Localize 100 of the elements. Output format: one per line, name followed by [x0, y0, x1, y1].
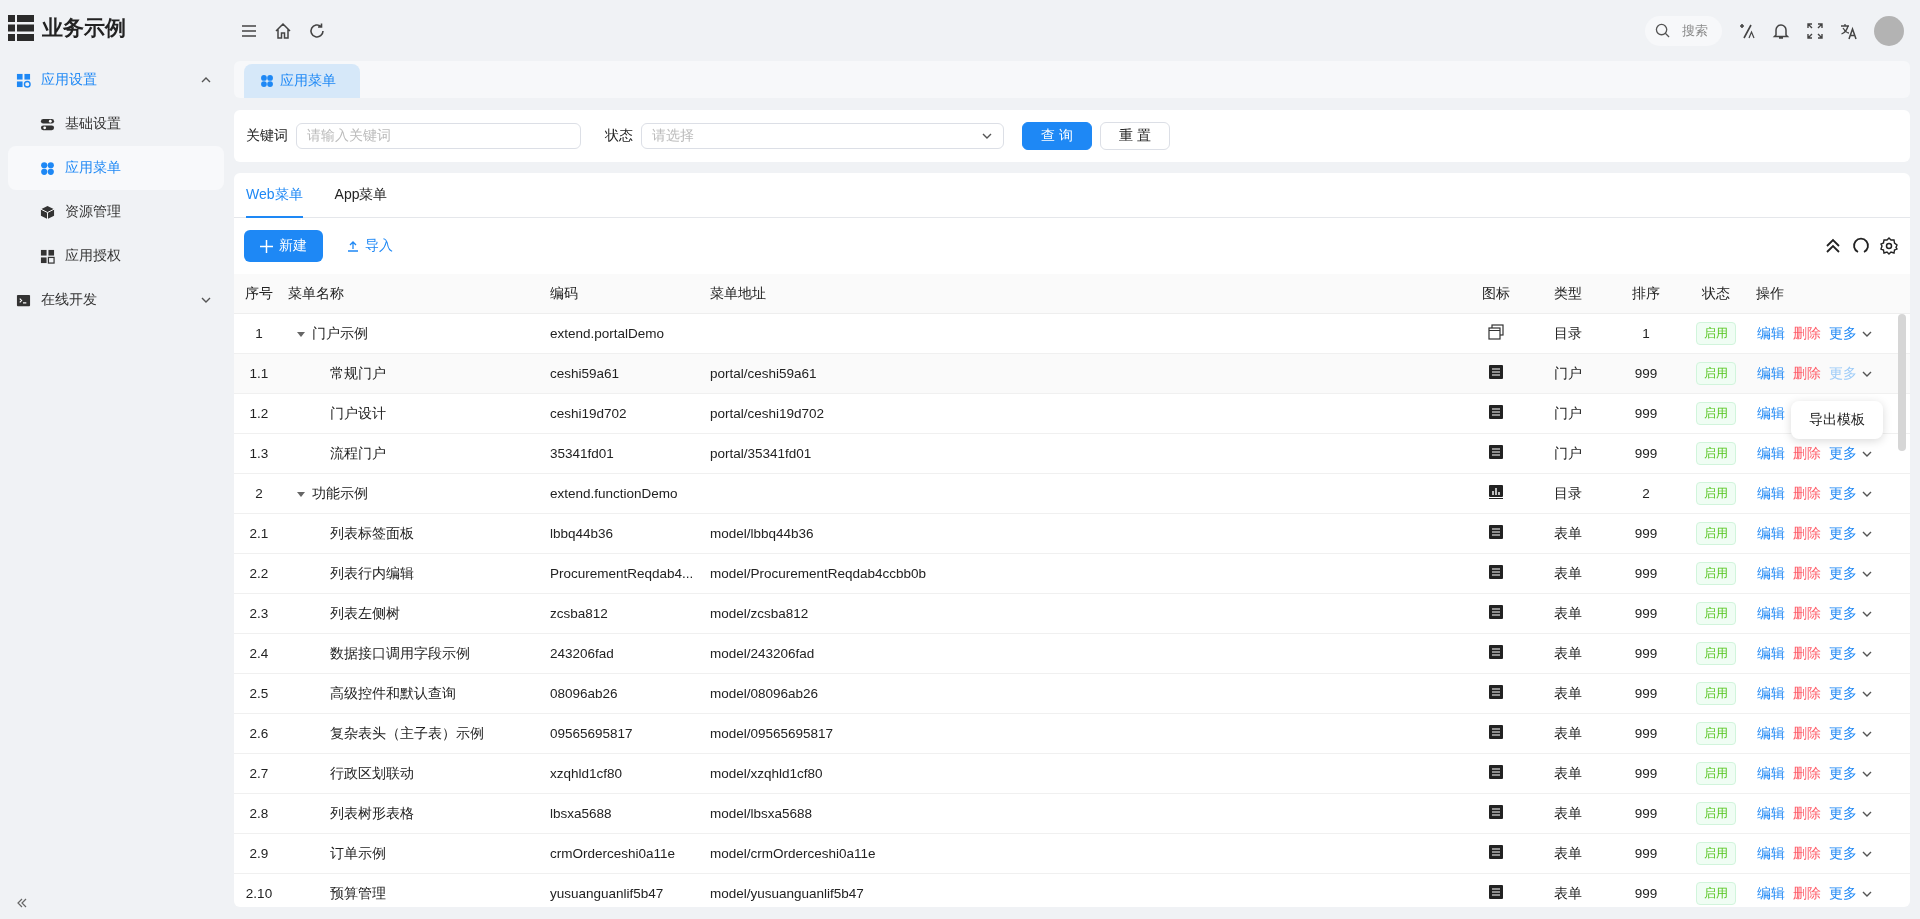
table-row[interactable]: 2.8 列表树形表格 lbsxa5688 model/lbsxa5688 表单 999 启用 编辑 删除 更多 — [234, 794, 1910, 834]
edit-link[interactable]: 编辑 — [1757, 684, 1785, 703]
table-row[interactable]: 2.10 预算管理 yusuanguanlif5b47 model/yusuanguanlif5b47 表单 999 启用 编辑 删除 更多 — [234, 874, 1910, 907]
edit-link[interactable]: 编辑 — [1757, 364, 1785, 383]
settings-icon[interactable] — [1880, 237, 1898, 255]
column-header: 菜单名称 — [287, 284, 345, 303]
edit-link[interactable]: 编辑 — [1757, 484, 1785, 503]
table-row[interactable]: 2.1 列表标签面板 lbbq44b36 model/lbbq44b36 表单 999 启用 编辑 删除 更多 — [234, 514, 1910, 554]
edit-link[interactable]: 编辑 — [1757, 564, 1785, 583]
status-tag: 启用 — [1696, 762, 1736, 785]
list-icon — [1489, 605, 1503, 619]
more-dropdown[interactable]: 更多 — [1829, 804, 1873, 823]
search-field[interactable]: 搜索 — [1645, 15, 1722, 46]
menu-code: lbsxa5688 — [549, 806, 613, 821]
column-header: 菜单地址 — [709, 284, 767, 303]
delete-link[interactable]: 删除 — [1793, 724, 1821, 743]
delete-link[interactable]: 删除 — [1793, 604, 1821, 623]
column-header: 排序 — [1632, 284, 1660, 303]
scrollbar[interactable] — [1898, 314, 1906, 451]
more-dropdown[interactable]: 更多 — [1829, 844, 1873, 863]
edit-link[interactable]: 编辑 — [1757, 724, 1785, 743]
edit-link[interactable]: 编辑 — [1757, 324, 1785, 343]
collapse-sidebar-icon[interactable] — [16, 897, 28, 909]
more-dropdown[interactable]: 更多 — [1829, 884, 1873, 903]
delete-link[interactable]: 删除 — [1793, 844, 1821, 863]
edit-link[interactable]: 编辑 — [1757, 844, 1785, 863]
menu-type: 表单 — [1554, 524, 1582, 543]
status-tag: 启用 — [1696, 722, 1736, 745]
more-dropdown[interactable]: 更多 — [1829, 684, 1873, 703]
translate-icon[interactable] — [1840, 21, 1858, 40]
table-row[interactable]: 2 功能示例 extend.functionDemo 目录 2 启用 编辑 删除 更多 — [234, 474, 1910, 514]
bell-icon[interactable] — [1772, 21, 1790, 40]
collapse-up-icon[interactable] — [1824, 237, 1842, 255]
upload-icon — [347, 240, 359, 252]
more-dropdown[interactable]: 更多 — [1829, 644, 1873, 663]
keyword-input[interactable]: 请输入关键词 — [296, 123, 581, 149]
delete-link[interactable]: 删除 — [1793, 324, 1821, 343]
more-dropdown[interactable]: 更多 — [1829, 444, 1873, 463]
menu-type: 目录 — [1554, 324, 1582, 343]
table-row[interactable]: 2.3 列表左侧树 zcsba812 model/zcsba812 表单 999 启用 编辑 删除 更多 — [234, 594, 1910, 634]
sidebar-item[interactable]: 应用授权 — [8, 234, 224, 278]
sidebar-group[interactable]: 在线开发 — [8, 278, 224, 322]
edit-link[interactable]: 编辑 — [1757, 804, 1785, 823]
more-dropdown[interactable]: 更多 — [1829, 724, 1873, 743]
reset-button[interactable]: 重 置 — [1099, 122, 1170, 150]
more-dropdown[interactable]: 更多 — [1829, 564, 1873, 583]
delete-link[interactable]: 删除 — [1793, 564, 1821, 583]
delete-link[interactable]: 删除 — [1793, 484, 1821, 503]
table-row[interactable]: 2.2 列表行内编辑 ProcurementReqdab4... model/ProcurementReqdab4ccbb0b 表单 999 启用 编辑 删除 更多 — [234, 554, 1910, 594]
edit-link[interactable]: 编辑 — [1757, 884, 1785, 903]
table-row[interactable]: 2.6 复杂表头（主子表）示例 09565695817 model/09565695817 表单 999 启用 编辑 删除 更多 — [234, 714, 1910, 754]
delete-link[interactable]: 删除 — [1793, 444, 1821, 463]
delete-link[interactable]: 删除 — [1793, 884, 1821, 903]
import-link[interactable]: 导入 — [333, 230, 407, 262]
edit-link[interactable]: 编辑 — [1757, 644, 1785, 663]
dropdown-menu-item[interactable]: 导出模板 — [1791, 400, 1883, 439]
table-row[interactable]: 2.9 订单示例 crmOrderceshi0a11e model/crmOrderceshi0a11e 表单 999 启用 编辑 删除 更多 — [234, 834, 1910, 874]
home-icon[interactable] — [274, 21, 292, 40]
sort-order: 999 — [1634, 446, 1658, 461]
status-tag: 启用 — [1696, 802, 1736, 825]
edit-link[interactable]: 编辑 — [1757, 764, 1785, 783]
sidebar-item[interactable]: 基础设置 — [8, 102, 224, 146]
edit-link[interactable]: 编辑 — [1757, 444, 1785, 463]
menu-code: 243206fad — [549, 646, 615, 661]
table-row[interactable]: 1.3 流程门户 35341fd01 portal/35341fd01 门户 999 启用 编辑 删除 更多 — [234, 434, 1910, 474]
more-dropdown[interactable]: 更多 — [1829, 324, 1873, 343]
query-button[interactable]: 查 询 — [1022, 122, 1092, 150]
refresh-icon[interactable] — [308, 21, 326, 40]
more-dropdown[interactable]: 更多 — [1829, 484, 1873, 503]
more-dropdown[interactable]: 更多 — [1829, 604, 1873, 623]
more-dropdown[interactable]: 更多 — [1829, 524, 1873, 543]
menu-name: 订单示例 — [330, 844, 386, 863]
new-button[interactable]: 新建 — [244, 230, 323, 262]
sidebar-item[interactable]: 应用菜单 — [8, 146, 224, 190]
delete-link[interactable]: 删除 — [1793, 684, 1821, 703]
more-dropdown[interactable]: 更多 — [1829, 764, 1873, 783]
delete-link[interactable]: 删除 — [1793, 364, 1821, 383]
menu-tab[interactable]: Web菜单 — [246, 173, 303, 218]
edit-link[interactable]: 编辑 — [1757, 404, 1785, 423]
delete-link[interactable]: 删除 — [1793, 644, 1821, 663]
fullscreen-icon[interactable] — [1806, 21, 1824, 40]
table-row[interactable]: 2.5 高级控件和默认查询 08096ab26 model/08096ab26 表单 999 启用 编辑 删除 更多 — [234, 674, 1910, 714]
delete-link[interactable]: 删除 — [1793, 524, 1821, 543]
magic-slash-icon[interactable] — [1738, 21, 1756, 40]
table-row[interactable]: 2.7 行政区划联动 xzqhld1cf80 model/xzqhld1cf80 表单 999 启用 编辑 删除 更多 — [234, 754, 1910, 794]
delete-link[interactable]: 删除 — [1793, 804, 1821, 823]
delete-link[interactable]: 删除 — [1793, 764, 1821, 783]
status-select[interactable]: 请选择 — [641, 123, 1004, 149]
list-icon — [1489, 645, 1503, 659]
sidebar-group[interactable]: 应用设置 — [8, 58, 224, 102]
page-tab[interactable]: 应用菜单 — [244, 64, 360, 98]
reload-icon[interactable] — [1852, 237, 1870, 255]
edit-link[interactable]: 编辑 — [1757, 604, 1785, 623]
table-row[interactable]: 2.4 数据接口调用字段示例 243206fad model/243206fad 表单 999 启用 编辑 删除 更多 — [234, 634, 1910, 674]
menu-tab[interactable]: App菜单 — [334, 173, 388, 218]
list-icon — [1489, 725, 1503, 739]
row-number: 2.9 — [249, 846, 269, 861]
edit-link[interactable]: 编辑 — [1757, 524, 1785, 543]
sidebar-item[interactable]: 资源管理 — [8, 190, 224, 234]
sort-order: 999 — [1634, 566, 1658, 581]
